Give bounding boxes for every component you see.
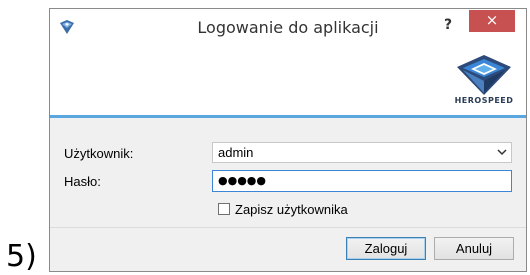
title-bar[interactable]: Logowanie do aplikacji ? × — [50, 9, 526, 45]
remember-checkbox[interactable] — [218, 203, 230, 215]
cancel-button[interactable]: Anuluj — [434, 237, 514, 260]
chevron-down-icon — [497, 149, 507, 156]
user-label: Użytkownik: — [64, 146, 134, 161]
password-field[interactable]: ●●●●● — [212, 170, 512, 192]
user-select[interactable]: admin — [212, 142, 512, 163]
logo-diamond-icon — [457, 55, 511, 95]
footer-separator — [50, 227, 526, 228]
page-label: 5) — [6, 239, 37, 274]
header-banner: HEROSPEED — [50, 45, 526, 118]
login-dialog: Logowanie do aplikacji ? × HEROSPEED Uży… — [49, 8, 527, 272]
logo-text: HEROSPEED — [454, 96, 514, 105]
herospeed-logo: HEROSPEED — [451, 53, 517, 109]
login-button[interactable]: Zaloguj — [346, 237, 426, 260]
password-label: Hasło: — [64, 174, 101, 189]
user-select-value: admin — [218, 145, 254, 160]
remember-label[interactable]: Zapisz użytkownika — [235, 202, 348, 217]
help-button[interactable]: ? — [436, 14, 460, 36]
close-button[interactable]: × — [469, 10, 515, 32]
